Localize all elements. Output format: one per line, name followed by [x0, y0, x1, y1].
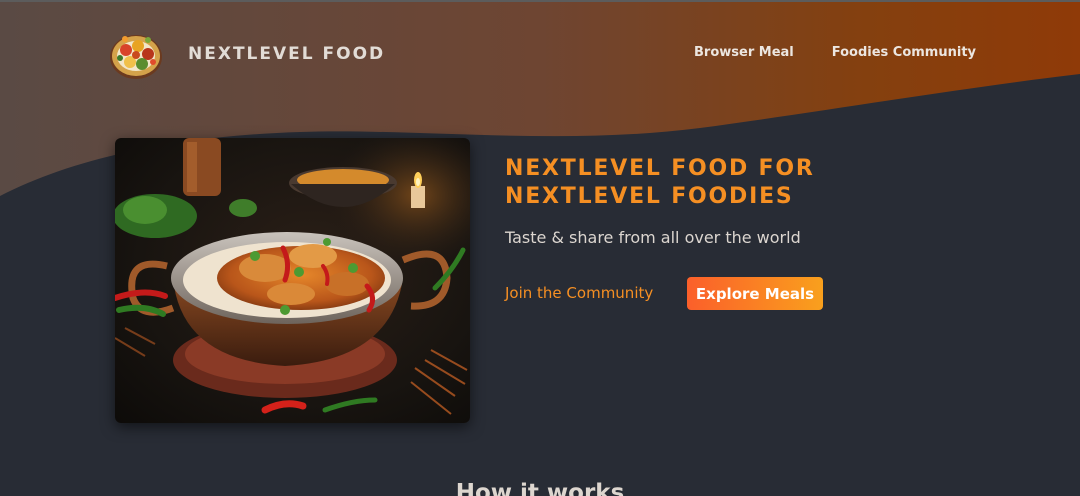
- nav-link-foodies-community[interactable]: Foodies Community: [832, 45, 976, 60]
- site-header: NEXTLEVEL FOOD Browser Meal Foodies Comm…: [0, 0, 1080, 110]
- main-navigation: Browser Meal Foodies Community: [694, 45, 976, 60]
- page: NEXTLEVEL FOOD Browser Meal Foodies Comm…: [0, 0, 1080, 496]
- logo-text: NEXTLEVEL FOOD: [188, 44, 386, 64]
- hero-title: NEXTLEVEL FOOD FOR NEXTLEVEL FOODIES: [505, 156, 815, 209]
- explore-meals-button[interactable]: Explore Meals: [687, 277, 823, 310]
- nav-link-browse-meals[interactable]: Browser Meal: [694, 45, 794, 60]
- home-logo-link[interactable]: NEXTLEVEL FOOD: [108, 26, 385, 82]
- join-community-link[interactable]: Join the Community: [505, 284, 653, 302]
- curry-bowl-image: [115, 138, 470, 423]
- food-plate-logo-icon: [110, 35, 162, 79]
- how-it-works-heading: How it works: [455, 480, 625, 496]
- hero-image: [115, 138, 470, 423]
- hero-subtitle: Taste & share from all over the world: [505, 228, 801, 247]
